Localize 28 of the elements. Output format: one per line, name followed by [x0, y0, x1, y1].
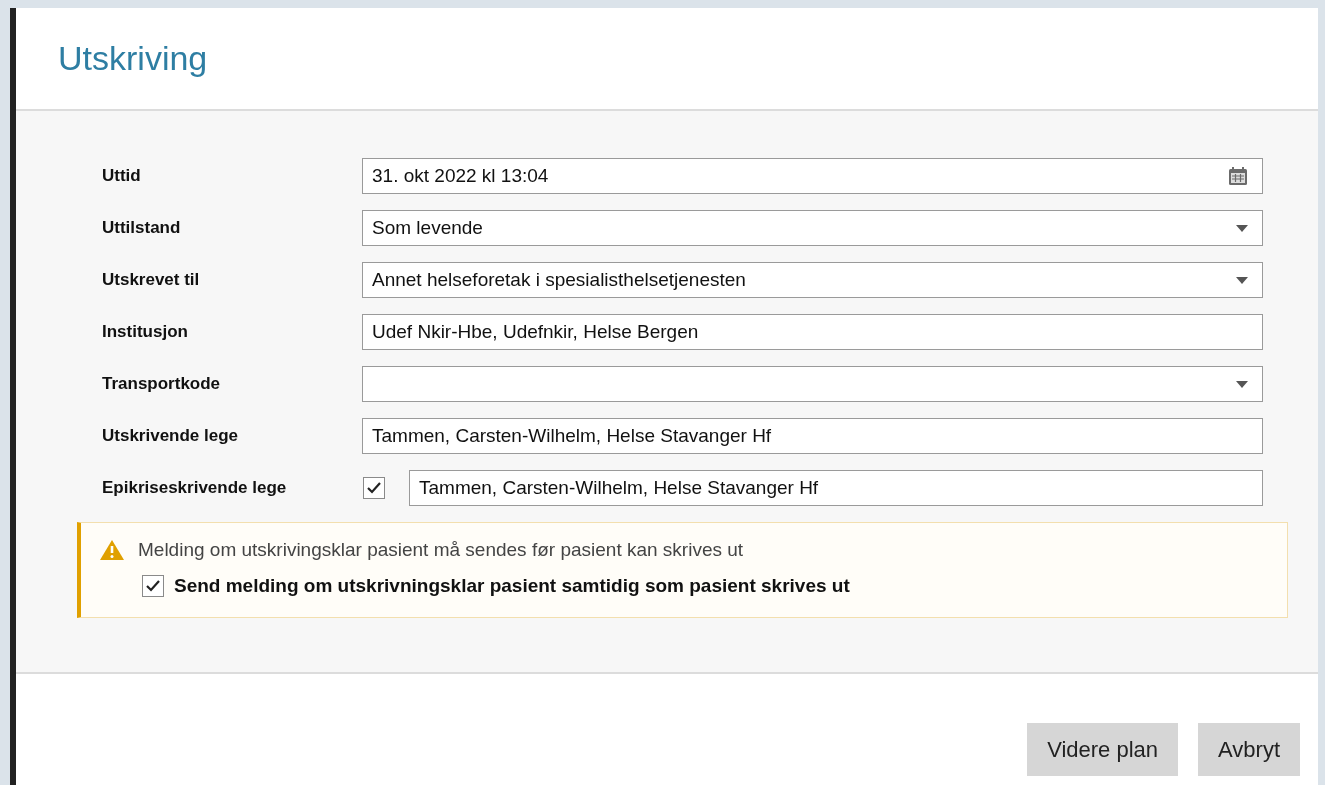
- field-label: Institusjon: [102, 321, 189, 344]
- dialog-title: Utskriving: [58, 38, 208, 79]
- option-label: Send melding om utskrivningsklar pasient samtidig som pasient skrives ut: [174, 573, 850, 598]
- checkbox[interactable]: [142, 574, 164, 597]
- calendar-icon: [1228, 166, 1248, 186]
- dropdown[interactable]: [362, 366, 1263, 402]
- dropdown[interactable]: Annet helseforetak i spesialisthelsetjenesten: [362, 262, 1263, 298]
- dropdown[interactable]: Som levende: [362, 210, 1263, 246]
- field-label: Epikriseskrivende lege: [102, 477, 288, 500]
- field-label: Utskrevet til: [102, 269, 201, 292]
- field-label: Transportkode: [102, 373, 222, 396]
- caret-icon: [1236, 380, 1248, 388]
- checkmark-icon: [367, 482, 381, 494]
- warning-icon: [99, 539, 125, 562]
- field-label: Uttid: [102, 165, 142, 188]
- checkbox[interactable]: [363, 477, 385, 499]
- checkmark-icon: [146, 579, 160, 592]
- input-field[interactable]: Tammen, Carsten-Wilhelm, Helse Stavanger Hf: [409, 470, 1263, 506]
- input-field[interactable]: Udef Nkir-Hbe, Udefnkir, Helse Bergen: [362, 314, 1263, 350]
- date-field[interactable]: 31. okt 2022 kl 13:04: [362, 158, 1263, 194]
- dialog-button[interactable]: Videre plan: [1027, 723, 1179, 776]
- field-label: Utskrivende lege: [102, 425, 240, 448]
- caret-icon: [1236, 224, 1248, 232]
- caret-icon: [1236, 276, 1248, 284]
- warning-message: Melding om utskrivingsklar pasient må sendes før pasient kan skrives ut: [138, 538, 744, 562]
- input-field[interactable]: Tammen, Carsten-Wilhelm, Helse Stavanger Hf: [362, 418, 1263, 454]
- dialog-button[interactable]: Avbryt: [1198, 723, 1300, 776]
- field-label: Uttilstand: [102, 217, 182, 240]
